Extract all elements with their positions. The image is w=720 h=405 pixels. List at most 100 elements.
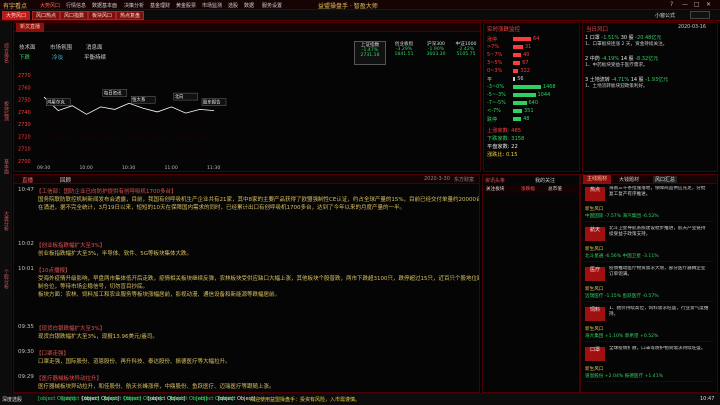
breadth-row: 3~5% 67 [487,59,582,67]
news-date: 2020-3-30 [424,176,450,182]
toolbar-button[interactable]: 板块风口 [88,11,117,20]
tag-label: 市场氛围 [50,45,73,51]
news-item[interactable]: 09:29 【医疗器械板块异动拉升】 医疗器械板块异动拉升，和佳股份、航天长峰涨停，… [18,374,479,392]
tab-summary[interactable]: 风口汇总 [653,176,678,183]
side-tab[interactable]: 综合排名 [1,25,11,81]
close-icon[interactable]: ✕ [706,1,711,8]
tab-review[interactable]: 回顾 [60,176,71,184]
side-tab[interactable]: 板块监测 [1,83,11,139]
tag-value: 冷淡 [52,55,64,61]
side-tab[interactable]: 大盘分析 [1,193,11,249]
menu-item[interactable]: 黄金股票 [176,2,196,9]
app-logo: 有宇看点 [3,3,28,10]
help-icon[interactable]: ? [670,1,673,8]
hotspot-title: 当日风口 [586,27,609,33]
index-box[interactable]: 创业板指 -3.29% 1841.51 [389,41,419,65]
y-tick-label: 2750 [18,98,31,104]
menu-item[interactable]: 决策分析 [124,2,144,9]
breadth-row: 平 56 [487,75,582,83]
tab-live[interactable]: 新文直播 [16,23,45,32]
breadth-label: >7% [487,44,500,50]
breadth-label: 3~5% [487,60,503,66]
theme-text: 疫情推动医疗物资需求大增，部分医疗器械企业订单饱满。 [609,266,706,277]
news-item[interactable]: 10:02 【创业板指跌幅扩大至3%】 创业板指跌幅扩大至3%，半导体、软件、5G等… [18,241,479,264]
news-title: 【创业板指跌幅扩大至3%】 [36,243,106,249]
breadth-value: 48 [523,116,530,122]
theme-card[interactable]: 热点 海南三十条措施落地，保障商品供应充足，分批复工复产有序推进。 新生风口 中国国际… [583,185,713,222]
theme-stocks: 海大集团 +1.10% 新希望 +0.52% [585,334,659,339]
toolbar-button[interactable]: 风口指数 [60,11,89,20]
minimize-icon[interactable]: — [682,1,688,8]
menu-item[interactable]: 大势风口 [40,2,60,9]
breadth-label: -7~-5% [487,100,506,106]
theme-text: 1、猪价持续高位，饲料需求旺盛，行业景气度维持。 [609,306,709,317]
breadth-value: 640 [528,100,539,106]
toolbar-button[interactable]: 风口热点 [32,11,61,20]
news-body: 创业板指跌幅扩大至3%，半导体、软件、5G等板块集体大跌。 [38,251,192,257]
breadth-bar [513,77,516,81]
tab-live-news[interactable]: 直播 [22,176,33,184]
index-box[interactable]: 上证指数 -1.47% 2731.18 [354,41,386,65]
y-tick-label: 2710 [18,147,31,153]
news-time: 10:47 [18,187,34,193]
breadth-bar [513,109,522,113]
menu-item[interactable]: 市场监测 [202,2,222,9]
news-item[interactable]: 09:30 【口罩走强】 口罩走强，国际股份、道恩股份、再升科技、泰达股份、振德医疗… [18,349,479,372]
my-watch-tab[interactable]: 我的关注 [535,177,555,184]
tag-label: 技术面 [19,45,36,51]
chart-annotation: 鸿星尔克 [45,98,71,106]
x-tick-label: 09:30 [37,165,50,171]
small-window-toggle[interactable] [690,11,710,19]
breadth-row: <-7% 351 [487,107,582,115]
side-tab[interactable]: 基本面 [1,141,11,191]
breadth-bar [513,69,519,73]
hotspot-item[interactable]: 3 土地流转 -4.71% 14 股 -1.93亿元 1、土地流转板块迎政策利好… [585,76,715,104]
tab-big-theme[interactable]: 大钱题材 [619,176,639,183]
theme-stocks: 道恩股份 +2.04% 振德医疗 +1.41% [585,374,664,379]
index-box[interactable]: 沪深300 -1.90% 3603.30 [421,41,451,65]
breadth-bar [513,85,541,89]
menu-item[interactable]: 选股 [228,2,238,9]
breadth-value: 40 [523,52,530,58]
index-box[interactable]: 中证1000 -2.42% 5105.75 [452,41,480,65]
theme-meta: 新生风口 [585,327,604,332]
theme-meta: 新生风口 [585,247,604,252]
menu-item[interactable]: 数据基本面 [92,2,117,9]
theme-card[interactable]: 医疗 疫情推动医疗物资需求大增，部分医疗器械企业订单饱满。 新生风口 迈瑞医疗 -1.… [583,265,713,302]
breadth-row: 涨停 64 [487,35,582,43]
theme-card[interactable]: 口罩 全球疫情扩散，口罩等防护物资需求持续旺盛。 新生风口 道恩股份 +2.04% 振… [583,345,713,382]
breadth-label: 5~7% [487,52,503,58]
menu-item[interactable]: 数据 [244,2,254,9]
left-side-tabs: 综合排名 板块监测 基本面 大盘分析 个股分析 [0,21,12,393]
small-window-label[interactable]: 小窗公式 [655,12,675,19]
side-tab[interactable]: 个股分析 [1,251,11,307]
menu-item[interactable]: 基金理财 [150,2,170,9]
news-time: 09:30 [18,349,34,355]
tab-main-theme[interactable]: 主线题材 [583,175,612,184]
y-tick-label: 2770 [18,73,31,79]
maximize-icon[interactable]: □ [694,1,700,8]
breadth-bar [513,53,522,57]
menu-bar: 有宇看点 大势风口 行情信息 数据基本面 决策分析 基金理财 黄金股票 市场监测… [0,0,720,10]
menu-item[interactable]: 行情信息 [66,2,86,9]
status-left[interactable]: 深度选股 [2,396,22,403]
news-item[interactable]: 09:35 【现货白银跌幅扩大至3%】 现货白银跌幅扩大至3%，现报13.96美元/… [18,324,479,347]
breadth-value: 64 [533,36,540,42]
toolbar-button[interactable]: 大势风口 [2,11,31,20]
breadth-label: 跌停 [487,117,498,123]
news-item[interactable]: 10:47 【工信部：国防企业已向防护提供有创呼吸机1700多台】 国务院联防联控机… [18,187,480,239]
news-body: 国务院联防联控机制新闻发布会透露，目前，我国有创呼吸机生产企业共有21家，其中8… [38,197,480,211]
theme-meta: 新生风口 [585,287,604,292]
market-summary: 上涨家数: 485 下跌家数: 3158 平盘家数: 22 涨跌比: 0.15 [487,128,525,158]
toolbar-button[interactable]: 热点复盘 [116,11,145,20]
x-tick-label: 10:00 [80,165,93,171]
theme-card[interactable]: 航天 北斗卫星导航系统建设稳步推进，航天产业链持续受益于政策支持。 新生风口 北斗星通… [583,225,713,262]
theme-text: 全球疫情扩散，口罩等防护物资需求持续旺盛。 [609,346,706,351]
y-tick-label: 2700 [18,159,31,165]
theme-card[interactable]: 饲料 1、猪价持续高位，饲料需求旺盛，行业景气度维持。 新生风口 海大集团 +1.10… [583,305,713,342]
news-item[interactable]: 10:01 【10点播报】 受海外疫情升级影响，早盘两市集体低开后走跌，疫情相关板块… [18,266,479,322]
menu-item[interactable]: 服务设置 [262,2,282,9]
theme-text: 北斗卫星导航系统建设稳步推进，航天产业链持续受益于政策支持。 [609,226,706,237]
breadth-value: 1044 [537,92,551,98]
status-time: 10:47 [700,396,715,402]
